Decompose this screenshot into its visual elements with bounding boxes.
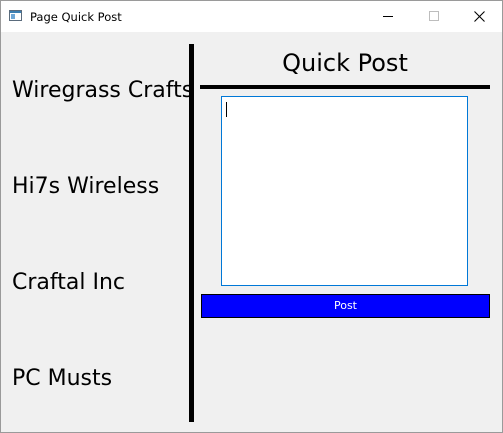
app-window-icon (9, 10, 22, 21)
minimize-button[interactable] (365, 1, 411, 32)
sidebar-item-craftal-inc[interactable]: Craftal Inc (12, 270, 125, 296)
sidebar-item-hi7s-wireless[interactable]: Hi7s Wireless (12, 174, 159, 200)
close-icon (474, 11, 485, 22)
text-cursor (226, 102, 227, 117)
maximize-icon (429, 11, 439, 21)
title-underline (200, 85, 490, 89)
minimize-icon (383, 16, 393, 17)
window-title: Page Quick Post (30, 10, 122, 24)
title-bar[interactable]: Page Quick Post (1, 1, 502, 32)
vertical-divider (189, 44, 194, 422)
close-button[interactable] (456, 1, 502, 32)
sidebar-item-wiregrass-crafts[interactable]: Wiregrass Crafts (12, 78, 193, 104)
page-title: Quick Post (282, 49, 408, 77)
post-button[interactable]: Post (201, 294, 490, 318)
maximize-button[interactable] (411, 1, 457, 32)
sidebar-item-pc-musts[interactable]: PC Musts (12, 366, 112, 392)
app-window: Page Quick Post Wiregrass Crafts Hi7s Wi… (0, 0, 503, 433)
post-text-input[interactable] (221, 96, 468, 286)
